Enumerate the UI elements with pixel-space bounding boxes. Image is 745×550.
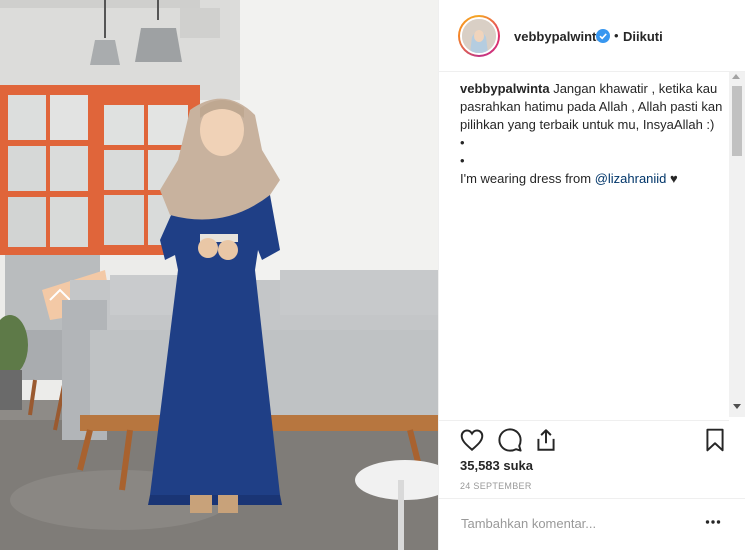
scroll-up-arrow-icon[interactable] (732, 74, 740, 79)
caption-dot: • (460, 153, 465, 168)
post-header: vebbypalwinta • Diikuti (439, 0, 745, 72)
photo-illustration (0, 0, 438, 550)
following-button[interactable]: Diikuti (623, 29, 663, 44)
scroll-down-arrow-icon[interactable] (733, 404, 741, 409)
heart-outline-icon[interactable] (459, 427, 485, 453)
instagram-post-dialog: vebbypalwinta • Diikuti vebbypalwinta Ja… (0, 0, 745, 550)
verified-badge-icon (596, 29, 610, 43)
add-comment-bar (439, 498, 745, 550)
separator-dot: • (614, 28, 619, 43)
scrollbar-thumb[interactable] (732, 86, 742, 156)
caption-wearing-line: I'm wearing dress from @lizahraniid ♥ (460, 170, 732, 188)
more-options-icon[interactable] (705, 519, 721, 525)
post-photo[interactable] (0, 0, 438, 550)
comments-scrollbar[interactable] (729, 72, 745, 417)
avatar-story-ring[interactable] (458, 15, 500, 57)
mention-link[interactable]: @lizahraniid (595, 171, 667, 186)
comment-input[interactable] (459, 513, 689, 533)
post-date[interactable]: 24 SEPTEMBER (460, 481, 532, 491)
post-details-panel: vebbypalwinta • Diikuti vebbypalwinta Ja… (438, 0, 745, 550)
share-upload-icon[interactable] (533, 427, 559, 453)
post-actions-bar (439, 420, 729, 460)
caption-wearing-text: I'm wearing dress from (460, 171, 595, 186)
post-caption: vebbypalwinta Jangan khawatir , ketika k… (460, 80, 732, 188)
bookmark-icon[interactable] (702, 427, 728, 453)
post-username-link[interactable]: vebbypalwinta (514, 29, 604, 44)
caption-dot: • (460, 135, 465, 150)
caption-username-link[interactable]: vebbypalwinta (460, 81, 550, 96)
heart-emoji: ♥ (670, 171, 678, 186)
comment-bubble-icon[interactable] (497, 427, 523, 453)
avatar[interactable] (460, 17, 498, 55)
avatar-image (462, 19, 496, 53)
likes-count[interactable]: 35,583 suka (460, 458, 533, 473)
